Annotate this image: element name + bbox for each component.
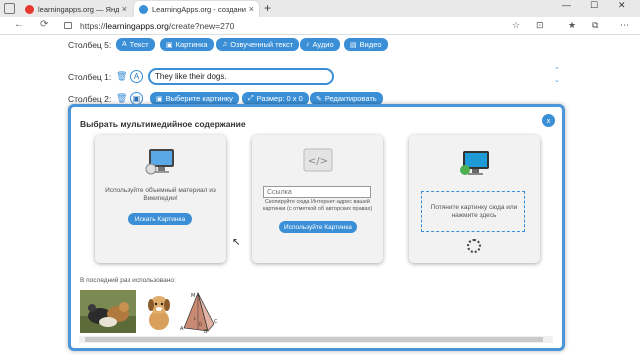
row1-label: Столбец 1: xyxy=(68,72,112,82)
pyramid-label-a: A xyxy=(180,326,184,332)
media-picker-dialog: Выбрать мультимедийное содержание x Испо… xyxy=(68,104,565,351)
minimize-button[interactable]: — xyxy=(562,0,571,10)
chevron-down-icon[interactable]: ⌄ xyxy=(554,76,560,84)
text-type-icon[interactable]: A xyxy=(130,70,143,83)
collections-icon[interactable]: ⧉ xyxy=(592,20,598,31)
refresh-icon[interactable]: ⟳ xyxy=(40,19,48,30)
pyramid-label-b: B xyxy=(204,329,208,333)
video-button[interactable]: ▤ Видео xyxy=(344,38,388,51)
wikipedia-monitor-icon xyxy=(145,149,174,175)
link-card: </> Скопируйте сюда Интернет-адрес вашей… xyxy=(252,135,383,263)
row5-label: Столбец 5: xyxy=(68,40,112,50)
address-bar: ← ⟳ https://learningapps.org/create?new=… xyxy=(0,17,640,35)
code-tag-icon: </> xyxy=(303,148,333,172)
trash-icon[interactable]: 🗑 xyxy=(116,93,127,104)
trash-icon[interactable]: 🗑 xyxy=(116,71,127,82)
row2-label: Столбец 2: xyxy=(68,94,112,104)
learningapps-favicon-icon xyxy=(139,4,148,14)
loading-spinner-icon xyxy=(467,239,481,253)
wikipedia-card[interactable]: Используйте объемный материал из Википед… xyxy=(95,135,226,263)
resize-icon: ⤢ xyxy=(248,94,254,102)
browser-tab-learningapps[interactable]: LearningApps.org - создание м × xyxy=(134,1,259,17)
link-card-hint: Скопируйте сюда Интернет-адрес вашей кар… xyxy=(262,199,373,212)
recent-scrollbar[interactable] xyxy=(79,336,553,343)
dropzone-text: Потяните картинку сюда или нажмите здесь xyxy=(430,204,518,219)
yandex-favicon-icon xyxy=(25,4,34,14)
tab-title: learningapps.org — Яндекс: нап xyxy=(38,4,119,14)
voiced-text-button[interactable]: ♫ Озвученный текст xyxy=(216,38,300,51)
row1-text-input[interactable]: They like their dogs. xyxy=(148,68,334,85)
new-tab-button[interactable]: + xyxy=(264,1,271,15)
split-screen-icon[interactable]: ⊡ xyxy=(536,20,544,31)
url-field[interactable]: https://learningapps.org/create?new=270 xyxy=(80,21,234,31)
text-icon: A xyxy=(122,41,127,48)
image-icon: ▣ xyxy=(166,41,173,49)
recent-label: В последний раз использовано: xyxy=(80,277,176,284)
film-icon: ▤ xyxy=(350,41,357,49)
close-window-button[interactable]: ✕ xyxy=(618,0,626,11)
headphones-icon: ♫ xyxy=(222,41,228,48)
dialog-close-button[interactable]: x xyxy=(542,114,555,127)
recent-thumb-puppy[interactable] xyxy=(144,290,174,333)
image-icon: ▣ xyxy=(156,95,163,103)
text-button[interactable]: A Текст xyxy=(116,38,155,51)
search-image-button[interactable]: Искать Картинка xyxy=(128,213,192,225)
scrollbar-thumb[interactable] xyxy=(85,337,543,342)
image-url-input[interactable] xyxy=(263,186,371,198)
recent-thumb-cat-and-dogs[interactable] xyxy=(80,290,136,333)
use-image-button[interactable]: Используйте Картинка xyxy=(279,221,357,233)
maximize-button[interactable]: ☐ xyxy=(590,0,598,11)
image-button[interactable]: ▣ Картинка xyxy=(160,38,214,51)
recent-thumb-pyramid[interactable]: M A B C D L xyxy=(178,290,218,333)
tab-close-icon[interactable]: × xyxy=(249,4,254,14)
music-icon: ♪ xyxy=(306,41,310,48)
lock-icon[interactable] xyxy=(64,22,72,29)
pyramid-label-d: D xyxy=(199,322,202,327)
mouse-cursor-icon: ↖ xyxy=(232,237,241,248)
pencil-icon: ✎ xyxy=(316,95,322,103)
dialog-title: Выбрать мультимедийное содержание xyxy=(80,119,246,129)
tab-title: LearningApps.org - создание м xyxy=(152,4,246,14)
favorites-icon[interactable]: ★ xyxy=(568,20,576,31)
pyramid-label-m: M xyxy=(191,293,195,299)
upload-monitor-icon xyxy=(460,151,489,175)
upload-card: Потяните картинку сюда или нажмите здесь xyxy=(409,135,540,263)
audio-button[interactable]: ♪ Аудио xyxy=(300,38,340,51)
wikipedia-card-text: Используйте объемный материал из Википед… xyxy=(105,187,216,202)
pyramid-label-c: C xyxy=(214,319,218,325)
tab-close-icon[interactable]: × xyxy=(122,4,127,14)
image-dropzone[interactable]: Потяните картинку сюда или нажмите здесь xyxy=(421,191,525,232)
menu-icon[interactable]: ⋯ xyxy=(620,20,629,31)
chevron-up-icon[interactable]: ⌃ xyxy=(554,66,560,74)
browser-tab-strip: learningapps.org — Яндекс: нап × Learnin… xyxy=(0,0,640,17)
tab-actions-icon[interactable] xyxy=(4,3,15,14)
back-arrow-icon[interactable]: ← xyxy=(14,19,24,30)
favorite-star-icon[interactable]: ☆ xyxy=(512,20,520,31)
svg-text:</>: </> xyxy=(308,156,328,167)
browser-tab-yandex[interactable]: learningapps.org — Яндекс: нап × xyxy=(20,1,132,17)
